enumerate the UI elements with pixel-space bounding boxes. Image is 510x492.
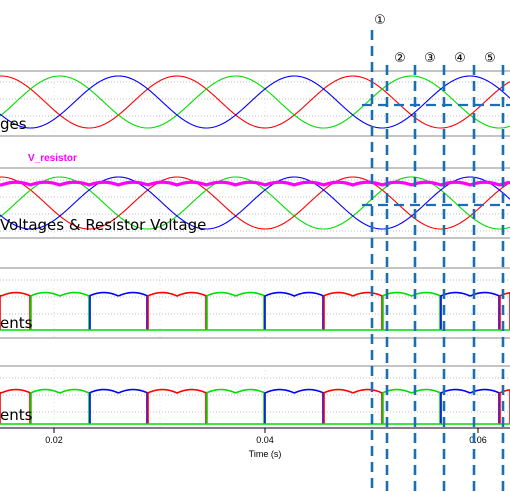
phase-c-current-block bbox=[440, 388, 500, 424]
x-axis-label: Time (s) bbox=[249, 449, 282, 459]
phase-b-current-block bbox=[382, 291, 441, 330]
panel-3-title: ents bbox=[0, 314, 33, 332]
panel-2-title: Voltages & Resistor Voltage bbox=[0, 216, 206, 234]
marker-label-3: ③ bbox=[424, 51, 436, 66]
tick-label-0.04: 0.04 bbox=[256, 435, 274, 445]
panel-1-title: ges bbox=[0, 115, 27, 133]
marker-label-2: ② bbox=[394, 51, 406, 66]
phase-a-current-block bbox=[147, 291, 207, 330]
marker-label-5: ⑤ bbox=[484, 51, 496, 66]
tick-label-0.06: 0.06 bbox=[469, 435, 487, 445]
phase-b-current-block bbox=[206, 291, 265, 330]
phase-a-current-block bbox=[499, 292, 510, 330]
phase-c-current-block bbox=[89, 291, 148, 330]
resistor-series-label: V_resistor bbox=[28, 153, 77, 164]
panel-4 bbox=[0, 365, 510, 429]
phase-b-voltage-line bbox=[0, 75, 510, 129]
phase-c-current-block bbox=[440, 291, 500, 330]
marker-label-4: ④ bbox=[454, 51, 466, 66]
panel-3 bbox=[0, 267, 510, 339]
panel-4-title: ents bbox=[0, 406, 33, 424]
resistor-voltage-line bbox=[0, 180, 510, 187]
time-axis: 0.02 0.04 0.06 Time (s) bbox=[0, 427, 510, 459]
simulation-figure: 0.02 0.04 0.06 Time (s) ① ② ③ ④ ⑤ ges V_resi… bbox=[0, 13, 510, 492]
phase-b-current-block bbox=[30, 291, 90, 330]
panel-1 bbox=[0, 70, 510, 137]
marker-label-1: ① bbox=[374, 13, 386, 28]
tick-label-0.02: 0.02 bbox=[45, 435, 63, 445]
phase-c-current-block bbox=[264, 291, 324, 330]
